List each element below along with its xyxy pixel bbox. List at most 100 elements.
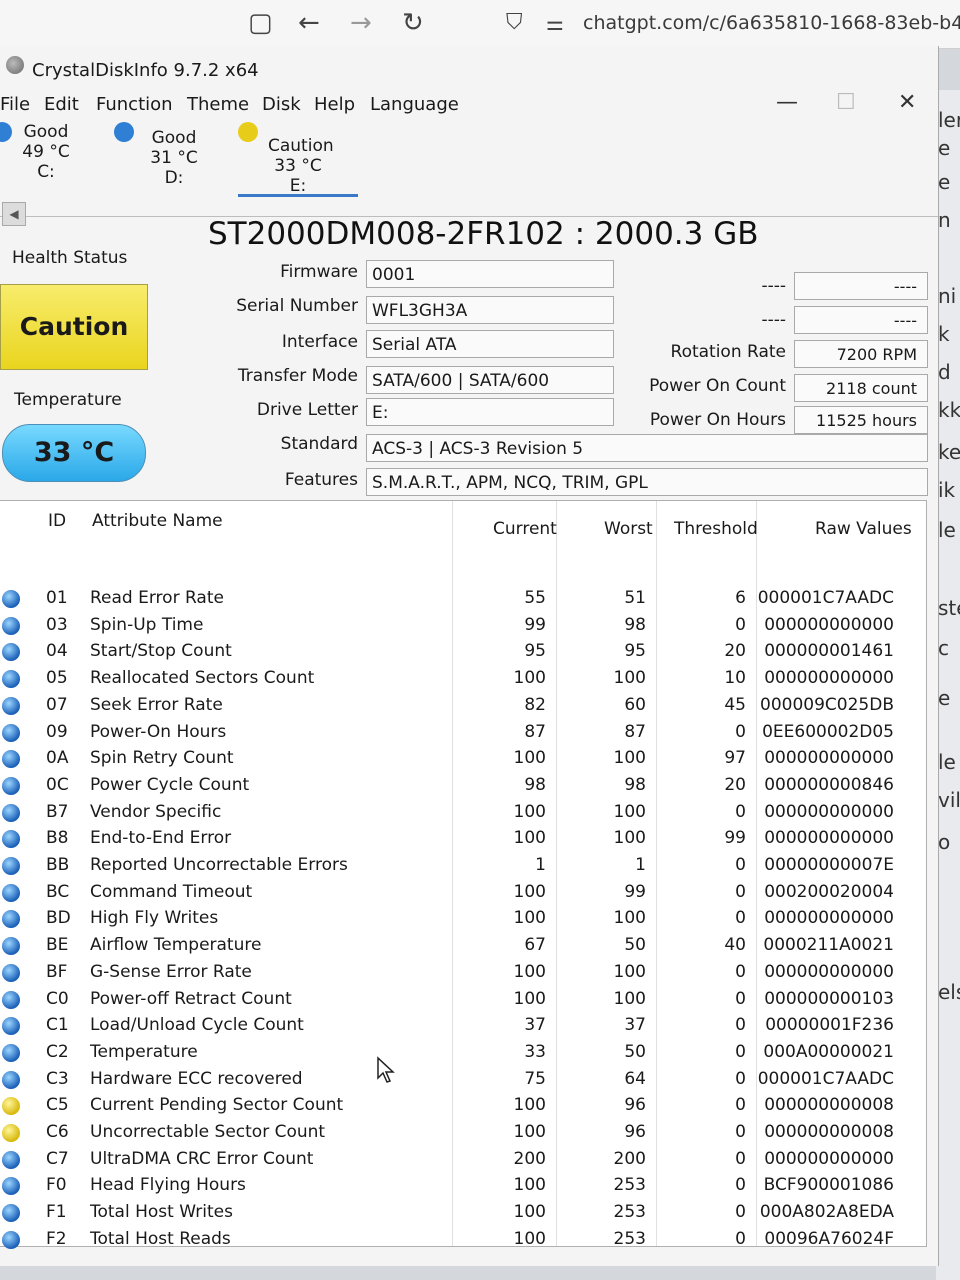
status-dot-icon	[2, 643, 20, 662]
temperature-badge[interactable]: 33 °C	[2, 424, 146, 482]
app-icon	[6, 56, 24, 74]
status-dot-icon	[2, 776, 20, 795]
row-worst: 253	[613, 1175, 646, 1196]
row-id: C1	[46, 1015, 69, 1036]
column-header-current[interactable]: Current	[493, 519, 557, 539]
row-threshold: 0	[735, 1202, 746, 1223]
row-id: BD	[46, 908, 71, 929]
row-current: 100	[513, 1228, 546, 1249]
menu-edit[interactable]: Edit	[44, 94, 79, 115]
row-id: C3	[46, 1068, 69, 1089]
previous-disk-arrow-icon[interactable]: ◀	[2, 202, 26, 226]
minimize-button[interactable]: —	[776, 90, 798, 115]
row-current: 100	[513, 1202, 546, 1223]
table-row[interactable]: C2 Temperature 33 50 0 000A00000021	[0, 1039, 926, 1066]
unused-label: ----	[761, 310, 786, 330]
unused-label: ----	[761, 276, 786, 296]
health-status-label: Health Status	[12, 248, 128, 268]
status-dot-icon	[2, 1230, 20, 1249]
firmware-label: Firmware	[280, 262, 358, 282]
column-header-attribute-name[interactable]: Attribute Name	[92, 511, 223, 531]
row-attribute-name: Spin-Up Time	[90, 614, 204, 635]
table-row[interactable]: C6 Uncorrectable Sector Count 100 96 0 000000…	[0, 1119, 926, 1146]
menu-help[interactable]: Help	[314, 94, 355, 115]
tab-icon[interactable]: ▢	[248, 10, 273, 36]
table-row[interactable]: 09 Power-On Hours 87 87 0 0EE600002D05	[0, 719, 926, 746]
table-row[interactable]: C0 Power-off Retract Count 100 100 0 00000000…	[0, 986, 926, 1013]
title-bar[interactable]: CrystalDiskInfo 9.7.2 x64	[0, 46, 938, 86]
forward-icon[interactable]: →	[350, 10, 372, 36]
table-row[interactable]: B8 End-to-End Error 100 100 99 000000000000	[0, 825, 926, 852]
table-row[interactable]: 04 Start/Stop Count 95 95 20 000000001461	[0, 638, 926, 665]
disk-tab-e[interactable]: Caution 33 °C E:	[238, 122, 358, 196]
shield-icon[interactable]: ⛉	[506, 10, 523, 36]
menu-language[interactable]: Language	[370, 94, 459, 115]
row-worst: 96	[624, 1122, 646, 1142]
column-header-raw-values[interactable]: Raw Values	[815, 519, 912, 539]
column-header-threshold[interactable]: Threshold	[674, 519, 758, 539]
standard-label: Standard	[280, 434, 358, 454]
row-worst: 99	[624, 881, 646, 902]
row-current: 100	[513, 988, 546, 1009]
row-attribute-name: High Fly Writes	[90, 908, 219, 929]
row-worst: 50	[624, 935, 646, 956]
drive-letter-label: Drive Letter	[256, 400, 358, 420]
table-row[interactable]: BE Airflow Temperature 67 50 40 0000211A0021	[0, 932, 926, 959]
close-button[interactable]: ✕	[898, 90, 916, 115]
row-id: 01	[46, 588, 68, 608]
status-dot-icon	[2, 1150, 20, 1169]
table-row[interactable]: BB Reported Uncorrectable Errors 1 1 0 000000…	[0, 852, 926, 879]
disk-tab-d[interactable]: Good 31 °C D:	[114, 122, 234, 194]
row-threshold: 97	[724, 748, 746, 769]
row-attribute-name: Power-off Retract Count	[90, 988, 292, 1009]
table-row[interactable]: 05 Reallocated Sectors Count 100 100 10 00000…	[0, 665, 926, 692]
row-raw-value: 000000000103	[764, 988, 894, 1009]
table-row[interactable]: 0C Power Cycle Count 98 98 20 000000000846	[0, 772, 926, 799]
background-window: ler e e n ni k d kk ke ik le ste c e le …	[936, 90, 960, 1280]
table-row[interactable]: 01 Read Error Rate 55 51 6 000001C7AADC	[0, 585, 926, 612]
table-row[interactable]: C3 Hardware ECC recovered 75 64 0 000001C7AAD…	[0, 1066, 926, 1093]
row-attribute-name: Start/Stop Count	[90, 641, 232, 662]
reload-icon[interactable]: ↻	[402, 10, 424, 36]
disk-tab-c[interactable]: Good 49 °C C:	[0, 122, 112, 194]
features-field: S.M.A.R.T., APM, NCQ, TRIM, GPL	[366, 468, 928, 496]
table-row[interactable]: BD High Fly Writes 100 100 0 000000000000	[0, 905, 926, 932]
status-dot-icon	[2, 696, 20, 715]
maximize-button[interactable]: ☐	[836, 90, 856, 115]
address-bar[interactable]: chatgpt.com/c/6a635810-1668-83eb-b45e-0	[583, 12, 960, 34]
row-threshold: 0	[735, 988, 746, 1009]
row-current: 100	[513, 828, 546, 849]
table-row[interactable]: C7 UltraDMA CRC Error Count 200 200 0 0000000…	[0, 1146, 926, 1173]
standard-field: ACS-3 | ACS-3 Revision 5	[366, 434, 928, 462]
back-icon[interactable]: ←	[298, 10, 320, 36]
table-row[interactable]: C1 Load/Unload Cycle Count 37 37 0 00000001F2…	[0, 1012, 926, 1039]
column-header-id[interactable]: ID	[48, 511, 66, 531]
smart-attributes-table[interactable]: ID Attribute Name Current Worst Threshol…	[0, 500, 927, 1249]
table-row[interactable]: 03 Spin-Up Time 99 98 0 000000000000	[0, 612, 926, 639]
table-row[interactable]: BF G-Sense Error Rate 100 100 0 000000000000	[0, 959, 926, 986]
row-current: 99	[524, 614, 546, 635]
row-attribute-name: Seek Error Rate	[90, 694, 223, 715]
site-settings-icon[interactable]: ⚌	[546, 10, 564, 36]
row-id: BB	[46, 855, 70, 875]
status-dot-icon	[2, 990, 20, 1009]
menu-disk[interactable]: Disk	[262, 94, 301, 115]
table-row[interactable]: C5 Current Pending Sector Count 100 96 0 0000…	[0, 1092, 926, 1119]
table-row[interactable]: 07 Seek Error Rate 82 60 45 000009C025DB	[0, 692, 926, 719]
table-row[interactable]: F0 Head Flying Hours 100 253 0 BCF900001086	[0, 1172, 926, 1199]
health-status-badge[interactable]: Caution	[0, 284, 148, 370]
table-row[interactable]: BC Command Timeout 100 99 0 000200020004	[0, 879, 926, 906]
table-row[interactable]: B7 Vendor Specific 100 100 0 000000000000	[0, 799, 926, 826]
status-dot-icon	[2, 616, 20, 635]
menu-file[interactable]: File	[0, 94, 30, 115]
table-row[interactable]: F1 Total Host Writes 100 253 0 000A802A8EDA	[0, 1199, 926, 1226]
table-row[interactable]: 0A Spin Retry Count 100 100 97 000000000000	[0, 745, 926, 772]
menu-function[interactable]: Function	[96, 94, 173, 115]
column-header-worst[interactable]: Worst	[604, 519, 653, 539]
row-id: BE	[46, 935, 69, 956]
row-worst: 100	[613, 828, 646, 849]
status-dot-icon	[2, 1070, 20, 1089]
table-row[interactable]: F2 Total Host Reads 100 253 0 00096A76024F	[0, 1226, 926, 1253]
row-attribute-name: Power-On Hours	[90, 721, 227, 742]
menu-theme[interactable]: Theme	[187, 94, 249, 115]
